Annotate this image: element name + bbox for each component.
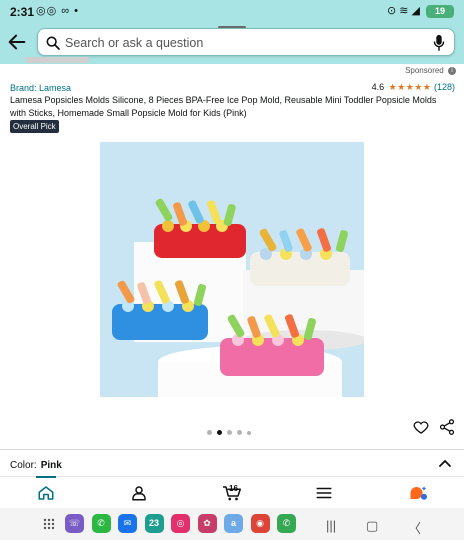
rating-summary[interactable]: 4.6 ★★★★★ (128) <box>372 82 455 93</box>
instagram-app-icon[interactable]: ◎ <box>171 514 190 533</box>
home-active-indicator <box>36 476 56 478</box>
previous-image-strip <box>25 57 89 63</box>
messages-app-icon[interactable]: ✉ <box>118 514 137 533</box>
search-icon <box>46 36 60 50</box>
back-arrow-icon[interactable] <box>6 31 28 53</box>
phone-app-icon[interactable]: ☏ <box>65 514 84 533</box>
recent-apps-icon[interactable]: ||| <box>326 518 336 533</box>
product-title: Lamesa Popsicles Molds Silicone, 8 Piece… <box>10 95 437 118</box>
heart-icon[interactable] <box>412 418 430 436</box>
sponsored-text: Sponsored <box>405 66 444 75</box>
search-input[interactable] <box>65 34 425 52</box>
app-header: 2:31 ◎◎ ∞ • ⊙ ≋ ◢ 19 <box>0 0 464 64</box>
notification-icons: ◎◎ ∞ • <box>36 5 80 17</box>
search-bar[interactable] <box>37 28 455 56</box>
product-image[interactable] <box>100 142 364 397</box>
microphone-icon[interactable] <box>432 34 446 52</box>
rating-value: 4.6 <box>371 82 385 92</box>
status-time: 2:31 <box>10 5 35 19</box>
chat-app-icon[interactable]: ✆ <box>277 514 296 533</box>
image-carousel-dots[interactable] <box>207 424 256 436</box>
rufus-chat-icon[interactable] <box>408 484 428 502</box>
carousel-dot[interactable] <box>247 430 251 435</box>
calendar-app-icon[interactable]: 23 <box>144 514 164 533</box>
color-selector[interactable]: Color: Pink <box>10 460 62 471</box>
color-value: Pink <box>40 460 62 471</box>
carousel-dot-active[interactable] <box>217 430 222 436</box>
gallery-app-icon[interactable]: ✿ <box>197 514 217 533</box>
carousel-dot[interactable] <box>227 430 232 436</box>
carousel-dot[interactable] <box>237 430 242 436</box>
menu-icon[interactable] <box>315 484 333 502</box>
popsicle-molds-photo <box>100 142 364 397</box>
system-taskbar: ☏ ✆ ✉ 23 ◎ ✿ a ◉ ✆ ||| ▢ 〈 <box>0 508 464 540</box>
carousel-dot[interactable] <box>207 430 212 436</box>
chrome-app-icon[interactable]: ◉ <box>250 514 270 533</box>
color-label: Color: <box>10 460 37 471</box>
star-rating-icon: ★★★★★ <box>388 82 432 92</box>
home-icon[interactable] <box>37 484 55 502</box>
review-count: (128) <box>433 82 455 92</box>
amazon-app-icon[interactable]: a <box>224 514 243 533</box>
pink-mold <box>220 314 324 376</box>
home-button-icon[interactable]: ▢ <box>366 518 378 534</box>
whatsapp-app-icon[interactable]: ✆ <box>91 514 111 533</box>
chevron-up-icon[interactable] <box>439 458 451 468</box>
system-status-icons: ⊙ ≋ ◢ <box>386 5 420 17</box>
app-drawer-icon[interactable] <box>43 518 55 530</box>
share-icon[interactable] <box>438 418 456 436</box>
info-icon[interactable]: i <box>448 66 456 75</box>
section-divider <box>0 449 464 450</box>
back-button-icon[interactable]: 〈 <box>408 518 421 537</box>
account-icon[interactable] <box>130 484 148 502</box>
cart-count-badge: 16 <box>229 484 238 493</box>
sponsored-label[interactable]: Sponsored i <box>405 66 456 75</box>
overall-pick-badge: Overall Pick <box>10 120 59 133</box>
brand-link[interactable]: Brand: Lamesa <box>10 83 71 93</box>
battery-icon: 19 <box>426 5 454 18</box>
status-bar: 2:31 ◎◎ ∞ • ⊙ ≋ ◢ 19 <box>0 0 464 24</box>
